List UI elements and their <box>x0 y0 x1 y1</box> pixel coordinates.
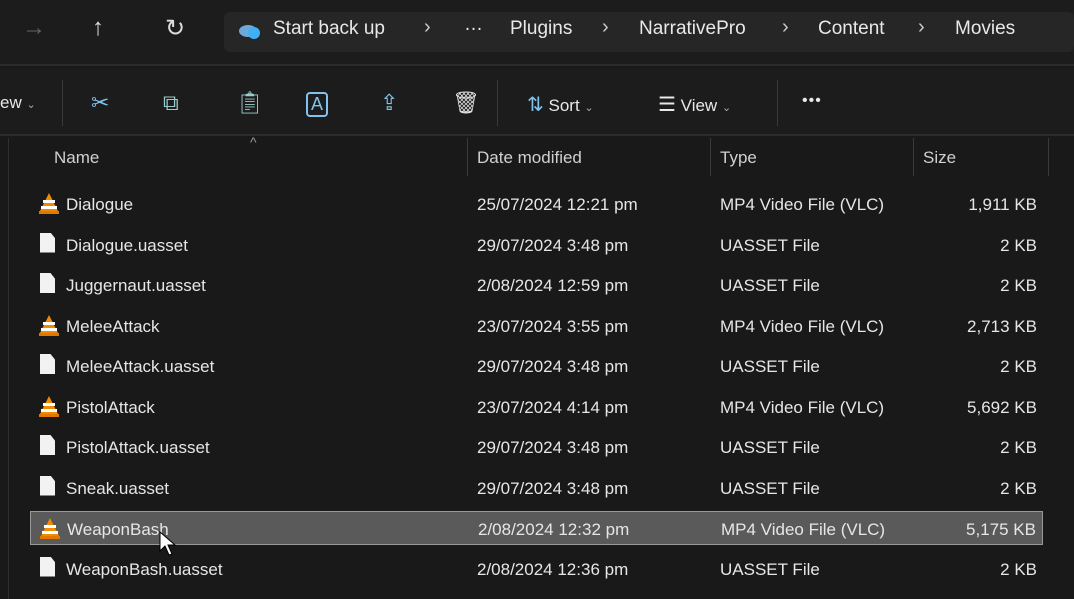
file-name: PistolAttack <box>66 397 155 417</box>
file-row[interactable]: Sneak.uasset 29/07/2024 3:48 pm UASSET F… <box>30 471 1043 505</box>
file-size: 2 KB <box>1000 559 1037 579</box>
file-size: 2 KB <box>1000 438 1037 457</box>
file-type: UASSET File <box>720 235 820 255</box>
rename-icon[interactable]: A <box>306 92 329 117</box>
view-icon: ☰ <box>658 94 676 116</box>
breadcrumb-item[interactable]: NarrativePro <box>639 18 746 40</box>
breadcrumb-item[interactable]: Start back up <box>273 18 385 40</box>
file-size: 2 KB <box>1000 357 1037 376</box>
sort-ascending-icon: ^ <box>250 134 257 150</box>
file-name: Dialogue <box>66 195 134 214</box>
file-type: UASSET File <box>720 276 820 295</box>
chevron-right-icon[interactable]: › <box>424 16 431 39</box>
file-size: 5,692 KB <box>967 397 1037 417</box>
file-row[interactable]: Juggernaut.uasset 2/08/2024 12:59 pm UAS… <box>30 268 1043 302</box>
file-date: 2/08/2024 12:32 pm <box>478 520 630 539</box>
file-date: 23/07/2024 4:14 pm <box>477 397 629 417</box>
breadcrumb-overflow[interactable]: … <box>464 14 483 36</box>
copy-icon[interactable]: ⧉ <box>163 90 179 116</box>
file-date: 29/07/2024 3:48 pm <box>477 438 629 457</box>
file-type: UASSET File <box>720 357 820 376</box>
column-header-type[interactable]: Type <box>720 148 757 168</box>
file-row[interactable]: Dialogue 25/07/2024 12:21 pm MP4 Video F… <box>30 187 1043 221</box>
file-row[interactable]: WeaponBash 2/08/2024 12:32 pm MP4 Video … <box>30 511 1043 545</box>
file-name: Juggernaut.uasset <box>66 276 206 295</box>
file-name: Dialogue.uasset <box>66 235 188 255</box>
breadcrumb-item[interactable]: Plugins <box>510 18 572 40</box>
forward-button[interactable]: → <box>22 14 46 42</box>
file-date: 29/07/2024 3:48 pm <box>477 357 629 376</box>
file-size: 1,911 KB <box>968 195 1037 214</box>
file-name: PistolAttack.uasset <box>66 438 210 457</box>
breadcrumb-item[interactable]: Movies <box>955 18 1015 40</box>
file-row[interactable]: MeleeAttack 23/07/2024 3:55 pm MP4 Video… <box>30 309 1043 343</box>
file-type: MP4 Video File (VLC) <box>721 520 886 539</box>
file-name: WeaponBash <box>67 520 169 539</box>
share-icon[interactable]: ⇪ <box>380 90 398 116</box>
mouse-cursor <box>159 531 177 556</box>
new-label: ew <box>0 93 22 112</box>
up-button[interactable]: ↑ <box>92 14 104 42</box>
delete-icon[interactable]: 🗑︎ <box>452 90 480 116</box>
vlc-icon <box>38 192 59 214</box>
file-row[interactable]: Dialogue.uasset 29/07/2024 3:48 pm UASSE… <box>30 228 1043 262</box>
vlc-icon <box>38 314 59 336</box>
file-icon <box>40 435 55 455</box>
chevron-right-icon[interactable]: › <box>602 16 609 39</box>
view-button[interactable]: ☰ View ⌄ <box>658 92 731 117</box>
vlc-icon <box>39 517 60 539</box>
file-type: UASSET File <box>720 559 820 579</box>
file-row[interactable]: WeaponBash.uasset 2/08/2024 12:36 pm UAS… <box>30 552 1043 586</box>
file-size: 2 KB <box>1000 235 1037 255</box>
column-header-date[interactable]: Date modified <box>477 148 582 168</box>
file-icon <box>40 354 55 374</box>
file-size: 2 KB <box>1000 276 1037 295</box>
file-size: 2,713 KB <box>967 316 1037 336</box>
address-bar: → ↑ ↻ Start back up › … Plugins › Narrat… <box>0 0 1074 66</box>
view-label: View <box>680 96 718 115</box>
file-date: 29/07/2024 3:48 pm <box>477 478 629 498</box>
chevron-right-icon[interactable]: › <box>918 16 925 39</box>
file-date: 2/08/2024 12:59 pm <box>477 276 629 295</box>
file-size: 2 KB <box>1000 478 1037 498</box>
new-button[interactable]: ew ⌄ <box>0 93 36 113</box>
file-type: MP4 Video File (VLC) <box>720 397 885 417</box>
file-row[interactable]: PistolAttack 23/07/2024 4:14 pm MP4 Vide… <box>30 390 1043 424</box>
more-options-button[interactable]: ••• <box>802 92 822 110</box>
file-icon <box>40 556 55 577</box>
file-type: MP4 Video File (VLC) <box>720 316 885 336</box>
file-row[interactable]: MeleeAttack.uasset 29/07/2024 3:48 pm UA… <box>30 349 1043 383</box>
file-date: 23/07/2024 3:55 pm <box>477 316 629 336</box>
refresh-button[interactable]: ↻ <box>165 14 185 43</box>
file-date: 2/08/2024 12:36 pm <box>477 559 629 579</box>
cut-icon[interactable]: ✂ <box>91 90 109 116</box>
chevron-right-icon[interactable]: › <box>782 16 789 39</box>
sort-button[interactable]: ⇅ Sort ⌄ <box>527 92 594 117</box>
cloud-icon <box>238 20 260 39</box>
file-size: 5,175 KB <box>966 520 1036 539</box>
file-icon <box>40 232 55 253</box>
file-icon <box>40 475 55 496</box>
file-name: WeaponBash.uasset <box>66 559 223 579</box>
file-name: MeleeAttack <box>66 316 160 336</box>
sort-icon: ⇅ <box>527 94 544 116</box>
file-date: 29/07/2024 3:48 pm <box>477 235 629 255</box>
file-type: UASSET File <box>720 438 820 457</box>
file-name: MeleeAttack.uasset <box>66 357 215 376</box>
paste-icon[interactable]: 📋︎ <box>236 90 264 116</box>
file-date: 25/07/2024 12:21 pm <box>477 195 638 214</box>
vlc-icon <box>38 395 59 417</box>
file-icon <box>40 273 55 293</box>
file-name: Sneak.uasset <box>66 478 170 498</box>
breadcrumb-item[interactable]: Content <box>818 18 885 40</box>
file-type: MP4 Video File (VLC) <box>720 195 885 214</box>
column-header-name[interactable]: Name <box>54 148 99 168</box>
command-bar: ew ⌄ ✂ ⧉ 📋︎ A ⇪ 🗑︎ ⇅ Sort ⌄ ☰ View ⌄ ••• <box>0 68 1074 136</box>
sort-label: Sort <box>548 96 580 115</box>
file-row[interactable]: PistolAttack.uasset 29/07/2024 3:48 pm U… <box>30 430 1043 464</box>
column-header-size[interactable]: Size <box>923 148 956 168</box>
file-type: UASSET File <box>720 478 820 498</box>
